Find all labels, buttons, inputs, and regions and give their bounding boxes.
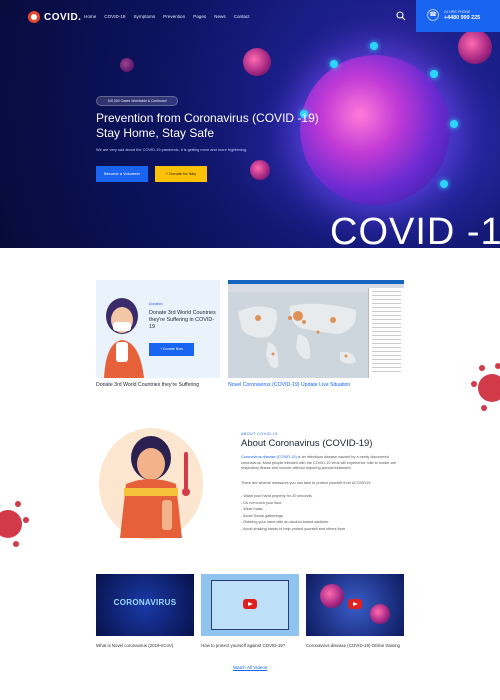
donate-now-button[interactable]: + Donate Now	[149, 343, 194, 356]
donate-card-caption[interactable]: Donate 3rd World Countries they're Suffe…	[96, 382, 199, 388]
virus-spike	[450, 120, 458, 128]
hero-title-line1: Prevention from Coronavirus (COVID -19)	[96, 111, 319, 125]
virus-spike	[440, 180, 448, 188]
play-icon[interactable]	[243, 599, 257, 609]
donate-card-title: Donate 3rd World Countries they're Suffe…	[149, 310, 216, 330]
donate-italy-button[interactable]: + Donate for Italy	[155, 166, 207, 182]
nav-link-news[interactable]: News	[214, 14, 226, 19]
hero-virus-small	[250, 160, 270, 180]
about-title: About Coronavirus (COVID-19)	[241, 438, 373, 449]
search-icon[interactable]	[396, 11, 406, 21]
nav-link-symptoms[interactable]: Symptoms	[133, 14, 155, 19]
hero-title: Prevention from Coronavirus (COVID -19) …	[96, 111, 346, 141]
video-thumb-text: CORONAVIRUS	[113, 598, 177, 607]
virus-spike	[370, 42, 378, 50]
video-caption-1[interactable]: What is Novel coronavirus (2019-nCoV)	[96, 643, 173, 648]
video-caption-2[interactable]: How to protect yourself against COVID-19…	[201, 643, 285, 648]
list-item: - Wash your hand properly for 20 seconds…	[241, 494, 313, 498]
virus-decor-icon	[0, 501, 29, 547]
donate-card-label: Donation	[149, 302, 163, 306]
logo[interactable]: COVID.	[28, 11, 81, 23]
nav-links: Home COVID-19 Symptoms Prevention Pages …	[84, 14, 250, 19]
about-paragraph: Coronavirus disease (COVID-19) is an inf…	[241, 455, 405, 472]
phone-label: 24 HRS PHONE	[444, 10, 471, 14]
become-volunteer-button[interactable]: Become a Volunteer	[96, 166, 148, 182]
virus-spike	[330, 60, 338, 68]
about-measures-intro: There are several measures you can take …	[241, 481, 372, 485]
video-thumbnail-2[interactable]	[201, 574, 299, 636]
world-map	[228, 292, 368, 378]
about-measures-list: - Wash your hand properly for 20 seconds…	[241, 493, 405, 533]
phone-icon: ☎	[427, 9, 439, 21]
virus-logo-icon	[28, 11, 40, 23]
play-icon[interactable]	[348, 599, 362, 609]
hero-virus-small	[458, 30, 492, 64]
virus-thumb-decor	[320, 584, 344, 608]
live-map-card-image[interactable]	[228, 280, 404, 378]
watch-all-videos-link[interactable]: Watch All Videos	[233, 665, 267, 670]
list-item: - Wear mask.	[241, 507, 264, 512]
virus-spike	[430, 70, 438, 78]
list-item: - Rubbing your hand with an alcohol-base…	[241, 520, 330, 525]
woman-mask-illustration	[104, 298, 144, 378]
virus-decor-icon	[471, 363, 500, 411]
nav-link-home[interactable]: Home	[84, 14, 96, 19]
phone-number: +4480 999 225	[444, 15, 481, 21]
virus-thumb-decor	[370, 604, 390, 624]
logo-text: COVID.	[44, 11, 82, 23]
hero-section: COVID. Home COVID-19 Symptoms Prevention…	[0, 0, 500, 248]
hero-title-line2: Stay Home, Stay Safe	[96, 126, 215, 140]
about-link[interactable]: Coronavirus disease (COVID-19)	[241, 455, 297, 459]
hero-virus-small	[243, 48, 271, 76]
nav-link-prevention[interactable]: Prevention	[163, 14, 185, 19]
world-map-illustration	[238, 303, 357, 369]
map-country-list	[368, 288, 404, 378]
top-nav: COVID. Home COVID-19 Symptoms Prevention…	[0, 0, 500, 34]
live-map-card-caption[interactable]: Novel Coronavirus (COVID-19) Update Live…	[228, 382, 350, 388]
video-thumbnail-1[interactable]: CORONAVIRUS	[96, 574, 194, 636]
hero-watermark-text: COVID -19	[330, 211, 500, 248]
cases-badge: 100,000 Cases Worldwide & Continued	[96, 96, 178, 106]
nav-link-pages[interactable]: Pages	[193, 14, 206, 19]
hero-subtitle: We are very sad about the COVID-19 pande…	[96, 147, 248, 152]
sick-woman-illustration	[99, 428, 203, 540]
video-caption-3[interactable]: Coronavirus disease (COVID-19) Online tr…	[306, 643, 400, 648]
list-item: - Do not touch your face.	[241, 500, 283, 505]
nav-link-contact[interactable]: Contact	[234, 14, 250, 19]
list-item: - Avoid Social gatherings.	[241, 513, 284, 518]
video-thumbnail-3[interactable]	[306, 574, 404, 636]
hero-virus-small	[120, 58, 134, 72]
phone-box[interactable]: ☎ 24 HRS PHONE +4480 999 225	[416, 0, 500, 32]
about-eyebrow: ABOUT COVID-19	[241, 432, 278, 436]
donate-card-image[interactable]: Donation Donate 3rd World Countries they…	[96, 280, 220, 378]
nav-link-covid-19[interactable]: COVID-19	[104, 14, 125, 19]
list-item: - Avoid shaking hands to help protect yo…	[241, 526, 346, 531]
